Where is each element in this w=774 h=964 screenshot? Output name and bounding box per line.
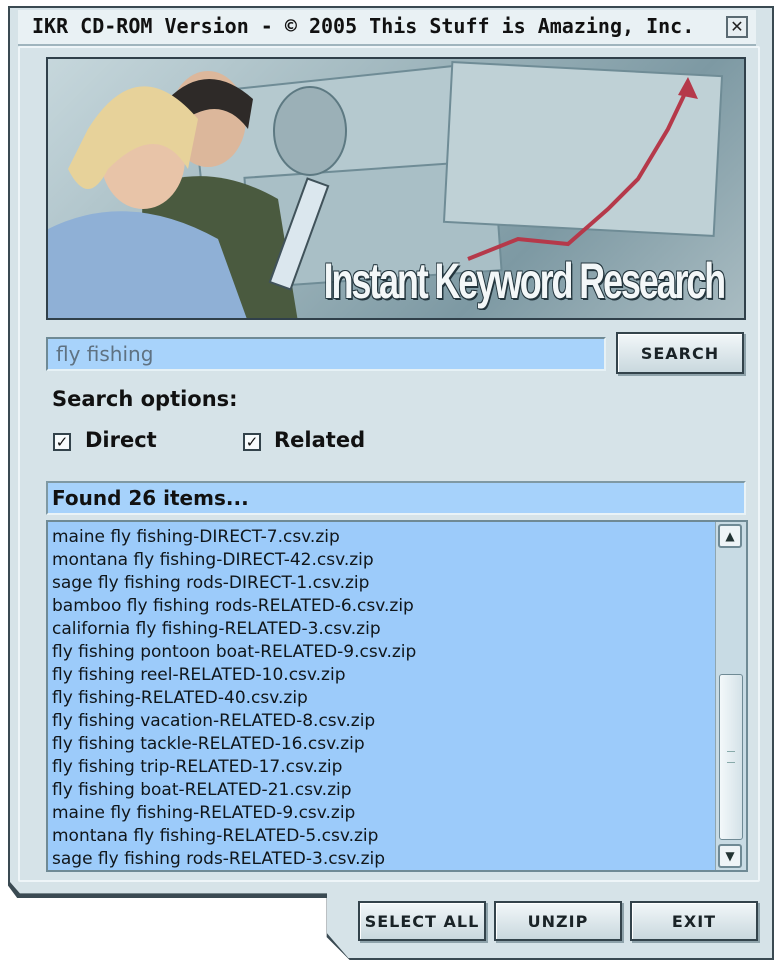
related-label[interactable]: Related: [274, 428, 365, 452]
search-input[interactable]: [46, 337, 606, 371]
list-item[interactable]: sage fly fishing rods-RELATED-3.csv.zip: [52, 848, 416, 870]
list-item[interactable]: fly fishing boat-RELATED-21.csv.zip: [52, 779, 416, 802]
unzip-button[interactable]: UNZIP: [494, 901, 622, 941]
checkmark-icon: ✓: [55, 433, 69, 451]
exit-button[interactable]: EXIT: [630, 901, 758, 941]
title-bar[interactable]: IKR CD-ROM Version - © 2005 This Stuff i…: [18, 10, 756, 46]
results-list[interactable]: maine fly fishing-DIRECT-7.csv.zip monta…: [46, 520, 748, 872]
list-item[interactable]: fly fishing pontoon boat-RELATED-9.csv.z…: [52, 641, 416, 664]
related-checkbox[interactable]: ✓: [243, 433, 261, 451]
scrollbar-thumb[interactable]: [719, 674, 743, 840]
banner-title: Instant Keyword Research: [323, 253, 726, 309]
list-item[interactable]: fly fishing tackle-RELATED-16.csv.zip: [52, 733, 416, 756]
header-banner-image: Instant Keyword Research: [46, 57, 746, 320]
results-items: maine fly fishing-DIRECT-7.csv.zip monta…: [52, 526, 416, 870]
direct-label[interactable]: Direct: [85, 428, 157, 452]
select-all-button[interactable]: SELECT ALL: [358, 901, 486, 941]
list-item[interactable]: fly fishing vacation-RELATED-8.csv.zip: [52, 710, 416, 733]
scroll-down-button[interactable]: ▼: [718, 844, 742, 868]
list-item[interactable]: california fly fishing-RELATED-3.csv.zip: [52, 618, 416, 641]
vertical-scrollbar[interactable]: ▲ ▼: [715, 522, 746, 870]
list-item[interactable]: fly fishing trip-RELATED-17.csv.zip: [52, 756, 416, 779]
list-item[interactable]: maine fly fishing-DIRECT-7.csv.zip: [52, 526, 416, 549]
direct-checkbox[interactable]: ✓: [53, 433, 71, 451]
list-item[interactable]: fly fishing-RELATED-40.csv.zip: [52, 687, 416, 710]
search-button[interactable]: SEARCH: [616, 332, 744, 374]
chevron-up-icon: ▲: [725, 529, 735, 543]
close-icon: ✕: [730, 17, 744, 36]
list-item[interactable]: maine fly fishing-RELATED-9.csv.zip: [52, 802, 416, 825]
list-item[interactable]: fly fishing reel-RELATED-10.csv.zip: [52, 664, 416, 687]
search-options-label: Search options:: [52, 387, 238, 411]
list-item[interactable]: bamboo fly fishing rods-RELATED-6.csv.zi…: [52, 595, 416, 618]
chevron-down-icon: ▼: [725, 849, 735, 863]
list-item[interactable]: montana fly fishing-DIRECT-42.csv.zip: [52, 549, 416, 572]
list-item[interactable]: montana fly fishing-RELATED-5.csv.zip: [52, 825, 416, 848]
window-title: IKR CD-ROM Version - © 2005 This Stuff i…: [32, 14, 695, 38]
checkmark-icon: ✓: [245, 433, 259, 451]
scroll-up-button[interactable]: ▲: [718, 524, 742, 548]
grip-icon: [727, 751, 735, 763]
results-status: Found 26 items...: [46, 481, 746, 515]
list-item[interactable]: sage fly fishing rods-DIRECT-1.csv.zip: [52, 572, 416, 595]
close-button[interactable]: ✕: [726, 16, 748, 38]
